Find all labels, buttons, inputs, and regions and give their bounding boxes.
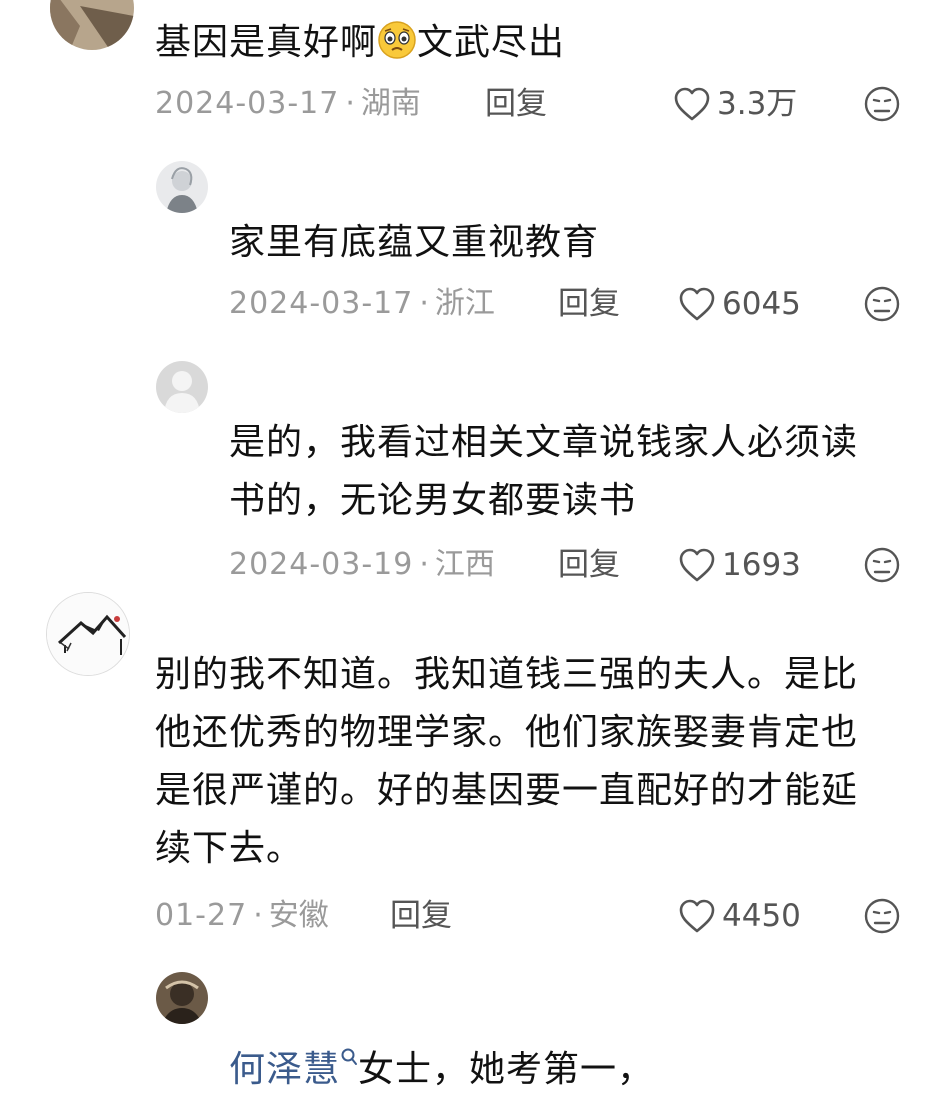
heart-outline-icon (679, 899, 715, 933)
like-button[interactable]: 3.3万 (673, 82, 797, 126)
comment-text: 何泽慧 女士，她考第一， (229, 1027, 654, 1099)
comment-line: 是的，我看过相关文章说钱家人必须读 (229, 422, 859, 463)
sad-face-icon (864, 898, 900, 934)
like-count: 6045 (722, 286, 801, 322)
dislike-button[interactable] (862, 896, 902, 936)
sad-face-icon (864, 286, 900, 322)
like-button[interactable]: 1693 (678, 543, 801, 587)
avatar[interactable] (46, 592, 130, 676)
comment-line: 别的我不知道。我知道钱三强的夫人。是比 (155, 654, 859, 695)
comment-meta: 2024-03-17 · 湖南 (155, 82, 421, 126)
comment-meta: 01-27 · 安徽 (155, 894, 329, 938)
heart-outline-icon (674, 87, 710, 121)
comment-line: 是很严谨的。好的基因要一直配好的才能延 (155, 770, 859, 811)
like-button[interactable]: 4450 (678, 894, 801, 938)
reply-button[interactable]: 回复 (558, 543, 620, 587)
heart-outline-icon (679, 287, 715, 321)
comment-location: 湖南 (360, 86, 421, 121)
comment-location: 浙江 (434, 286, 495, 321)
comment-date: 2024-03-17 (155, 86, 340, 121)
comment-meta: 2024-03-17 · 浙江 (229, 282, 495, 326)
comment-line: 他还优秀的物理学家。他们家族娶妻肯定也 (155, 712, 859, 753)
comment-meta: 2024-03-19 · 江西 (229, 543, 495, 587)
reply-button[interactable]: 回复 (485, 82, 547, 126)
meta-separator: · (345, 86, 355, 121)
comment-text: 是的，我看过相关文章说钱家人必须读 书的，无论男女都要读书 (229, 414, 858, 530)
reply-button[interactable]: 回复 (558, 282, 620, 326)
dislike-button[interactable] (862, 84, 902, 124)
pleading-face-emoji (377, 20, 417, 60)
dislike-button[interactable] (862, 284, 902, 324)
comment-date: 2024-03-19 (229, 547, 414, 582)
sad-face-icon (864, 86, 900, 122)
comment-text: 别的我不知道。我知道钱三强的夫人。是比 他还优秀的物理学家。他们家族娶妻肯定也 … (155, 646, 858, 878)
comment-date: 2024-03-17 (229, 286, 414, 321)
comment-text: 基因是真好啊 文武尽出 (155, 20, 566, 63)
mention-link[interactable]: 何泽慧 (229, 1049, 340, 1090)
like-count: 3.3万 (717, 86, 798, 122)
like-button[interactable]: 6045 (678, 282, 801, 326)
comment-location: 江西 (434, 547, 495, 582)
like-count: 1693 (722, 547, 801, 583)
comment-line: 续下去。 (155, 828, 304, 869)
avatar[interactable] (50, 0, 134, 50)
like-count: 4450 (722, 898, 801, 934)
avatar[interactable] (156, 161, 208, 213)
search-icon[interactable] (340, 1027, 358, 1065)
reply-button[interactable]: 回复 (390, 894, 452, 938)
meta-separator: · (419, 286, 429, 321)
sad-face-icon (864, 547, 900, 583)
comment-line: 书的，无论男女都要读书 (229, 480, 637, 521)
comment-location: 安徽 (268, 898, 329, 933)
meta-separator: · (253, 898, 263, 933)
avatar[interactable] (156, 361, 208, 413)
comment-text: 家里有底蕴又重视教育 (229, 222, 600, 263)
heart-outline-icon (679, 548, 715, 582)
avatar[interactable] (156, 972, 208, 1024)
comment-date: 01-27 (155, 898, 248, 933)
dislike-button[interactable] (862, 545, 902, 585)
meta-separator: · (419, 547, 429, 582)
